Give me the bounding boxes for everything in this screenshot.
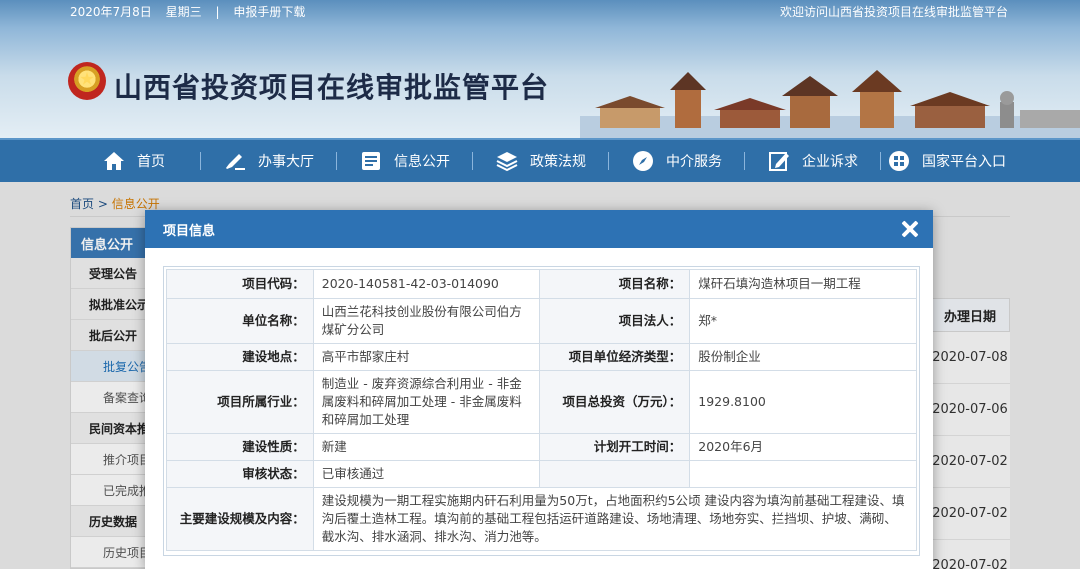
nav-label: 政策法规 [530, 154, 586, 170]
nav-info-public[interactable]: 信息公开 [360, 140, 450, 182]
table-row: 建设性质： 新建 计划开工时间： 2020年6月 [166, 433, 917, 461]
label-main-scope: 主要建设规模及内容： [166, 487, 314, 551]
table-row: 项目代码： 2020-140581-42-03-014090 项目名称： 煤矸石… [166, 269, 917, 299]
value-site: 高平市郜家庄村 [312, 343, 541, 371]
value-construction-nature: 新建 [312, 433, 541, 461]
table-row: 审核状态： 已审核通过 [166, 460, 917, 488]
manual-download-link[interactable]: 申报手册下载 [233, 5, 305, 19]
value-project-name: 煤矸石填沟造林项目一期工程 [689, 269, 917, 299]
empty-label-cell [539, 460, 691, 488]
nav-divider [744, 152, 745, 170]
label-site: 建设地点： [166, 343, 314, 371]
label-project-name: 项目名称： [539, 269, 691, 299]
layers-icon [496, 152, 518, 172]
label-planned-start: 计划开工时间： [539, 433, 691, 461]
nav-label: 首页 [137, 154, 165, 170]
value-legal-person: 郑* [689, 298, 917, 344]
header-date: 2020年7月8日 [70, 5, 152, 19]
nav-label: 企业诉求 [802, 154, 858, 170]
welcome-text: 欢迎访问山西省投资项目在线审批监管平台 [779, 5, 1008, 19]
label-project-code: 项目代码： [166, 269, 314, 299]
dialog-title: 项目信息 [163, 223, 216, 239]
nav-divider [608, 152, 609, 170]
value-economic-type: 股份制企业 [689, 343, 917, 371]
info-board-icon [362, 152, 380, 170]
table-row: 项目所属行业： 制造业 - 废弃资源综合利用业 - 非金属废料和碎屑加工处理 -… [166, 370, 917, 434]
header-separator: | [215, 5, 220, 19]
write-icon [769, 152, 789, 171]
table-row: 建设地点： 高平市郜家庄村 项目单位经济类型： 股份制企业 [166, 343, 917, 371]
site-header: 2020年7月8日 星期三 | 申报手册下载 欢迎访问山西省投资项目在线审批监管… [0, 0, 1080, 138]
value-industry: 制造业 - 废弃资源综合利用业 - 非金属废料和碎屑加工处理 - 非金属废料和碎… [312, 370, 541, 434]
nav-label: 国家平台入口 [922, 154, 1006, 170]
label-company-name: 单位名称： [166, 298, 314, 344]
home-icon [104, 152, 124, 170]
compass-icon [633, 151, 653, 171]
value-review-status: 已审核通过 [312, 460, 541, 488]
project-info-dialog: 项目信息 项目代码： 2020-140581-42-03-014090 项目名称… [145, 210, 933, 569]
nav-divider [336, 152, 337, 170]
nav-home[interactable]: 首页 [103, 140, 165, 182]
label-total-investment: 项目总投资（万元）： [539, 370, 691, 434]
dialog-header: 项目信息 [145, 210, 933, 248]
header-weekday: 星期三 [165, 5, 202, 19]
nav-label: 中介服务 [666, 154, 722, 170]
value-project-code: 2020-140581-42-03-014090 [312, 269, 541, 299]
edit-icon [226, 154, 245, 170]
nav-label: 信息公开 [394, 154, 450, 170]
project-info-table: 项目代码： 2020-140581-42-03-014090 项目名称： 煤矸石… [166, 269, 918, 551]
nav-divider [200, 152, 201, 170]
header-date-bar: 2020年7月8日 星期三 | 申报手册下载 [70, 3, 305, 20]
nav-divider [880, 152, 881, 170]
nav-service-hall[interactable]: 办事大厅 [224, 140, 314, 182]
site-title[interactable]: 山西省投资项目在线审批监管平台 [114, 66, 549, 106]
value-company-name: 山西兰花科技创业股份有限公司伯方煤矿分公司 [312, 298, 541, 344]
value-planned-start: 2020年6月 [689, 433, 917, 461]
label-review-status: 审核状态： [166, 460, 314, 488]
table-row: 单位名称： 山西兰花科技创业股份有限公司伯方煤矿分公司 项目法人： 郑* [166, 298, 917, 344]
skyline-illustration [580, 70, 1080, 138]
close-icon[interactable] [901, 220, 919, 238]
label-industry: 项目所属行业： [166, 370, 314, 434]
nav-label: 办事大厅 [258, 154, 314, 170]
grid-icon [889, 151, 909, 171]
empty-value-cell [689, 460, 917, 488]
label-legal-person: 项目法人： [539, 298, 691, 344]
nav-divider [472, 152, 473, 170]
nav-intermediary[interactable]: 中介服务 [632, 140, 722, 182]
nav-national-platform[interactable]: 国家平台入口 [888, 140, 1006, 182]
label-economic-type: 项目单位经济类型： [539, 343, 691, 371]
main-nav: 首页 办事大厅 信息公开 政策法规 中介服务 企业诉求 国家平台入口 [0, 138, 1080, 182]
nav-enterprise-appeal[interactable]: 企业诉求 [768, 140, 858, 182]
table-row: 主要建设规模及内容： 建设规模为一期工程实施期内矸石利用量为50万t，占地面积约… [166, 487, 918, 551]
value-main-scope: 建设规模为一期工程实施期内矸石利用量为50万t，占地面积约5公顷 建设内容为填沟… [312, 487, 918, 551]
label-construction-nature: 建设性质： [166, 433, 314, 461]
value-total-investment: 1929.8100 [689, 370, 917, 434]
national-emblem-icon [68, 62, 106, 100]
nav-policy[interactable]: 政策法规 [496, 140, 586, 182]
